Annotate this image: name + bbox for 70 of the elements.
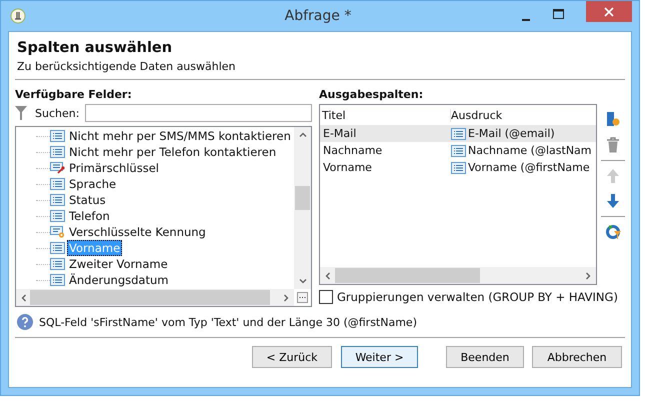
dialog-button[interactable]: Weiter > [341, 346, 418, 368]
list-icon [50, 178, 65, 190]
scroll-left-icon[interactable] [325, 272, 330, 280]
tree-item[interactable]: Primärschlüssel [67, 160, 161, 176]
more-icon[interactable] [297, 292, 308, 303]
list-icon [50, 210, 65, 222]
search-label: Suchen: [35, 106, 80, 120]
vertical-scrollbar[interactable] [294, 127, 311, 289]
list-icon [451, 162, 466, 174]
list-icon [50, 146, 65, 158]
dialog-button[interactable]: Abbrechen [532, 346, 622, 368]
window-title: Abfrage * [284, 8, 352, 24]
page-title: Spalten auswählen [17, 40, 174, 56]
trash-icon[interactable] [606, 137, 620, 153]
scroll-left-icon[interactable] [21, 294, 26, 302]
table-cell-text: E-Mail [322, 127, 358, 140]
table-row[interactable]: Nachname Nachname (@lastNam [320, 142, 596, 159]
horizontal-scrollbar[interactable] [320, 267, 596, 284]
list-icon [50, 194, 65, 206]
scroll-down-icon[interactable] [298, 279, 306, 284]
tree-item[interactable]: Status [67, 192, 108, 208]
down-arrow-icon[interactable] [606, 193, 620, 209]
maximize-icon[interactable] [553, 9, 564, 19]
checkbox-label: Gruppierungen verwalten (GROUP BY + HAVING) [337, 290, 618, 304]
scroll-right-icon[interactable] [586, 272, 591, 280]
close-icon [604, 6, 614, 16]
dialog-button[interactable]: Beenden [446, 346, 524, 368]
scroll-up-icon[interactable] [298, 132, 306, 137]
list-icon [50, 274, 65, 286]
close-button[interactable] [586, 1, 632, 22]
list-gear-icon [50, 226, 65, 238]
tree-item[interactable]: Nicht mehr per Telefon kontaktieren [67, 144, 278, 160]
help-icon [17, 314, 33, 330]
scroll-right-icon[interactable] [284, 294, 289, 302]
tree-item[interactable]: Sprache [67, 176, 118, 192]
filter-icon[interactable] [15, 106, 27, 120]
scroll-thumb[interactable] [335, 268, 480, 283]
table-row[interactable]: E-Mail E-Mail (@email) [320, 125, 596, 142]
table-cell: Vorname (@firstName [468, 161, 590, 174]
table-cell: E-Mail (@email) [468, 127, 555, 140]
list-key-icon [50, 162, 65, 174]
search-field[interactable] [85, 104, 312, 122]
tree-item[interactable]: Zweiter Vorname [67, 256, 170, 272]
list-icon [50, 242, 65, 254]
tree-item[interactable]: Telefon [67, 208, 112, 224]
table-row[interactable]: Vorname Vorname (@firstName [320, 159, 596, 176]
horizontal-scrollbar[interactable] [16, 289, 294, 306]
list-icon [50, 258, 65, 270]
add-column-icon[interactable] [605, 110, 621, 128]
panel-label: Verfügbare Felder: [15, 88, 133, 101]
scroll-thumb[interactable] [295, 186, 310, 210]
tree-item[interactable]: Änderungsdatum [67, 272, 170, 288]
list-icon [451, 144, 466, 156]
checkbox[interactable] [319, 290, 333, 304]
column-header[interactable]: Ausdruck [451, 108, 596, 122]
tree-item[interactable]: Verschlüsselte Kennung [67, 224, 208, 240]
table-cell-text: Vorname [322, 161, 373, 174]
list-icon [50, 130, 65, 142]
table-cell-text: Nachname [322, 144, 384, 157]
chart-filter-icon[interactable] [605, 224, 621, 240]
page-subtitle: Zu berücksichtigende Daten auswählen [17, 60, 237, 73]
column-header[interactable]: Titel [320, 108, 451, 122]
table-cell: Nachname (@lastNam [468, 144, 592, 157]
tree-item[interactable]: Nicht mehr per SMS/MMS kontaktieren [67, 128, 293, 144]
list-icon [451, 128, 466, 140]
info-text: SQL-Feld 'sFirstName' vom Typ 'Text' und der Länge 30 (@firstName) [39, 316, 417, 328]
panel-label: Ausgabespalten: [319, 88, 424, 101]
scroll-thumb[interactable] [30, 290, 270, 305]
app-icon [10, 8, 26, 24]
dialog-button[interactable]: < Zurück [252, 346, 332, 368]
